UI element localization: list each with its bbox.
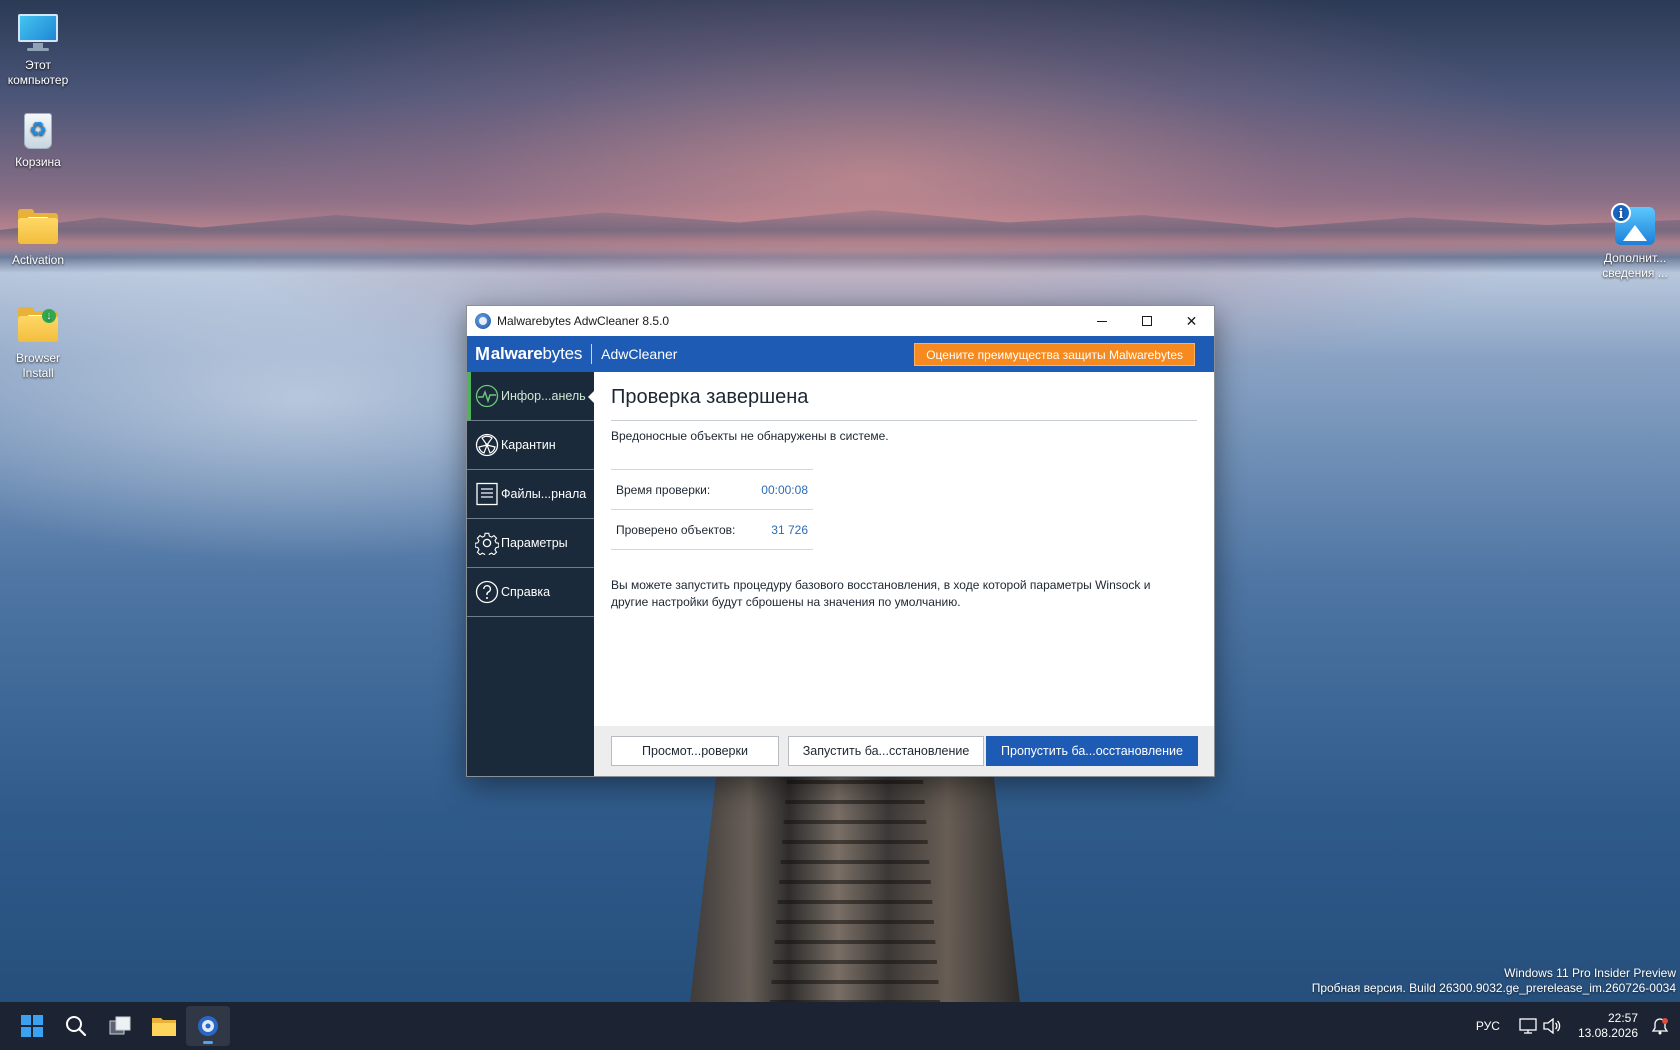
sidebar-item-label: Справка — [501, 585, 551, 599]
notification-bell-icon — [1651, 1018, 1669, 1035]
input-language-indicator[interactable]: РУС — [1476, 1019, 1500, 1033]
close-icon: ✕ — [1185, 312, 1198, 329]
view-scan-report-button[interactable]: Просмот...роверки — [611, 736, 779, 766]
notifications-button[interactable] — [1648, 1014, 1672, 1038]
file-explorer-icon — [152, 1018, 176, 1036]
main-content: Проверка завершена Вредоносные объекты н… — [594, 372, 1214, 776]
stat-value: 00:00:08 — [761, 482, 808, 497]
dashboard-pulse-icon — [475, 384, 499, 408]
watermark-build: Пробная версия. Build 26300.9032.ge_prer… — [1311, 981, 1676, 995]
desktop-icon-this-pc[interactable]: Этот компьютер — [0, 10, 76, 88]
malwarebytes-logo: Malware bytes — [475, 343, 583, 364]
sidebar-item-label: Инфор...анель — [501, 389, 586, 403]
file-explorer-button[interactable] — [142, 1006, 186, 1046]
volume-icon — [1543, 1018, 1561, 1034]
this-pc-icon — [16, 10, 60, 54]
close-button[interactable]: ✕ — [1169, 306, 1214, 336]
stat-label: Время проверки: — [616, 482, 711, 497]
run-basic-repair-button[interactable]: Запустить ба...сстановление — [788, 736, 984, 766]
adwcleaner-window: Malwarebytes AdwCleaner 8.5.0 ✕ Malware b… — [466, 305, 1215, 777]
desktop-icon-additional-info[interactable]: i Дополнит... сведения ... — [1596, 203, 1674, 281]
adwcleaner-icon — [198, 1016, 218, 1036]
adwcleaner-app-icon — [475, 313, 491, 329]
desktop-icon-label: Этот компьютер — [7, 58, 69, 87]
stat-row-objects-scanned: Проверено объектов: 31 726 — [611, 510, 813, 550]
sidebar-item-label: Параметры — [501, 536, 568, 550]
window-title: Malwarebytes AdwCleaner 8.5.0 — [497, 314, 670, 328]
minimize-icon — [1096, 320, 1107, 322]
desktop-icon-label: Дополнит... сведения ... — [1602, 251, 1668, 280]
page-title: Проверка завершена — [611, 386, 809, 408]
info-image-icon: i — [1611, 203, 1657, 247]
desktop-icon-browser-install[interactable]: ↓ Browser Install — [0, 303, 76, 381]
brand-header: Malware bytes AdwCleaner Оцените преимуще… — [467, 336, 1214, 372]
help-question-icon — [475, 580, 499, 604]
folder-icon: ↓ — [16, 303, 60, 347]
desktop-icon-activation[interactable]: Activation — [0, 205, 76, 268]
clock-time: 22:57 — [1607, 1011, 1638, 1025]
network-button[interactable] — [1516, 1014, 1540, 1038]
taskbar-clock[interactable]: 22:57 13.08.2026 — [1578, 1011, 1638, 1041]
search-button[interactable] — [54, 1006, 98, 1046]
sidebar-item-quarantine[interactable]: Карантин — [467, 421, 594, 470]
basic-repair-description: Вы можете запустить процедуру базового в… — [611, 578, 1151, 609]
wallpaper-mountains — [0, 210, 1680, 250]
product-name: AdwCleaner — [601, 346, 678, 362]
scan-stats-table: Время проверки: 00:00:08 Проверено объек… — [611, 469, 813, 550]
maximize-button[interactable] — [1124, 306, 1169, 336]
quarantine-hazard-icon — [475, 433, 499, 457]
gear-icon — [475, 531, 499, 555]
folder-icon — [16, 205, 60, 249]
maximize-icon — [1141, 316, 1152, 326]
search-icon — [66, 1016, 87, 1037]
windows-build-watermark: Windows 11 Pro Insider Preview Пробная в… — [1312, 966, 1676, 996]
brand-divider — [591, 344, 593, 364]
task-view-button[interactable] — [98, 1006, 142, 1046]
sidebar-item-help[interactable]: Справка — [467, 568, 594, 617]
start-icon — [21, 1015, 43, 1037]
watermark-edition: Windows 11 Pro Insider Preview — [1504, 966, 1676, 980]
recycle-bin-icon: ♻ — [16, 107, 60, 151]
task-view-icon — [109, 1016, 131, 1035]
network-icon — [1519, 1018, 1537, 1034]
wallpaper-pier-planks — [770, 780, 940, 1002]
skip-basic-repair-button[interactable]: Пропустить ба...осстановление — [986, 736, 1198, 766]
stat-label: Проверено объектов: — [616, 522, 736, 537]
heading-divider — [611, 420, 1197, 421]
start-button[interactable] — [10, 1006, 54, 1046]
minimize-button[interactable] — [1079, 306, 1124, 336]
promo-button[interactable]: Оцените преимущества защиты Malwarebytes — [914, 343, 1195, 366]
desktop-icon-label: Browser Install — [16, 351, 61, 380]
scan-result-summary: Вредоносные объекты не обнаружены в сист… — [611, 429, 889, 443]
sidebar: Инфор...анель Карантин Файлы...рнала Пар… — [467, 372, 595, 776]
sidebar-item-label: Файлы...рнала — [501, 487, 587, 501]
clock-date: 13.08.2026 — [1577, 1026, 1638, 1040]
system-tray: РУС 22:57 13.08.2026 — [1476, 1002, 1680, 1050]
log-files-icon — [475, 482, 499, 506]
stat-value: 31 726 — [771, 522, 808, 537]
sidebar-item-label: Карантин — [501, 438, 556, 452]
taskbar: РУС 22:57 13.08.2026 — [0, 1002, 1680, 1050]
sidebar-item-log-files[interactable]: Файлы...рнала — [467, 470, 594, 519]
desktop-icon-recycle-bin[interactable]: ♻ Корзина — [0, 107, 76, 170]
desktop-icon-label: Activation — [11, 253, 65, 267]
window-titlebar[interactable]: Malwarebytes AdwCleaner 8.5.0 ✕ — [467, 306, 1214, 336]
stat-row-scan-time: Время проверки: 00:00:08 — [611, 470, 813, 510]
sidebar-item-dashboard[interactable]: Инфор...анель — [467, 372, 595, 421]
sidebar-item-settings[interactable]: Параметры — [467, 519, 594, 568]
adwcleaner-taskbar-button[interactable] — [186, 1006, 230, 1046]
desktop-icon-label: Корзина — [15, 155, 61, 169]
volume-button[interactable] — [1540, 1014, 1564, 1038]
action-footer: Просмот...роверки Запустить ба...сстанов… — [594, 726, 1214, 776]
